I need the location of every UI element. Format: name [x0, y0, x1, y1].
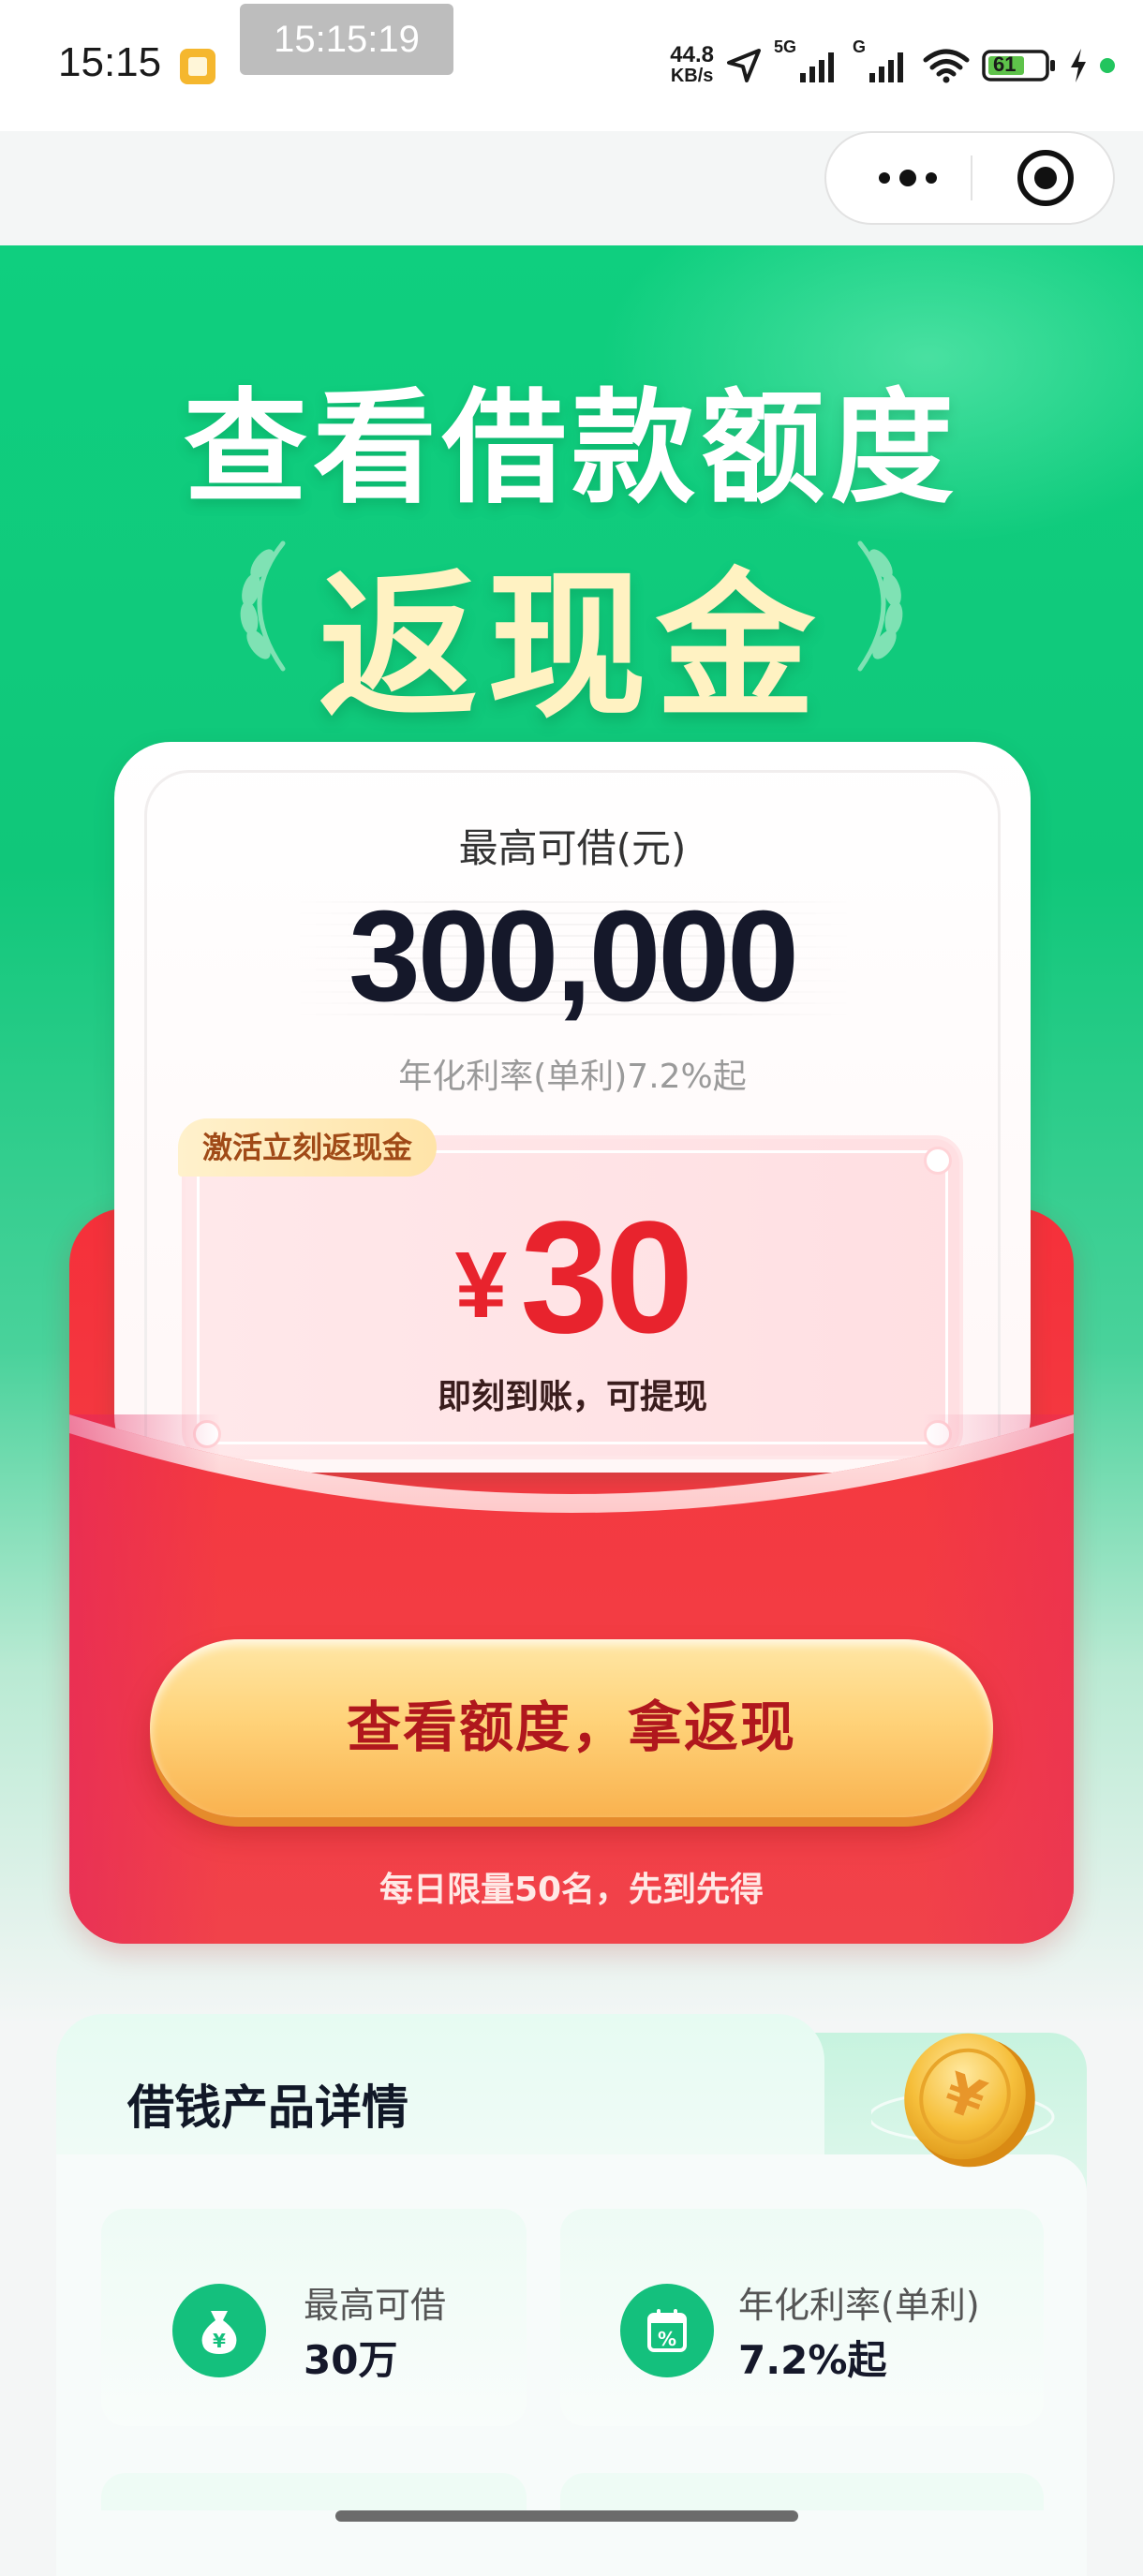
detail-card-next-peek [101, 2473, 527, 2510]
detail-label-interest-rate: 年化利率(单利) [738, 2285, 980, 2326]
gallery-icon [180, 49, 215, 84]
battery-level: 61 [993, 52, 1017, 76]
cashback-coupon[interactable]: 激活立刻返现金 ¥30 即刻到账，可提现 [178, 1118, 963, 1459]
svg-text:¥: ¥ [213, 2330, 226, 2352]
navigation-arrow-icon [725, 47, 763, 84]
money-bag-icon: ¥ [172, 2284, 266, 2377]
svg-text:%: % [658, 2328, 676, 2350]
wifi-icon [922, 47, 971, 84]
max-loan-amount: 300,000 [349, 884, 799, 1029]
hero-title: 查看借款额度 [184, 377, 959, 521]
laurel-right-icon [857, 540, 903, 672]
signal-icon [798, 47, 841, 84]
status-indicators: 44.8 KB/s 5G G 61 [670, 37, 1115, 94]
close-miniprogram-icon[interactable] [1017, 150, 1074, 206]
max-loan-label: 最高可借(元) [458, 825, 687, 871]
daily-limit-note: 每日限量50名，先到先得 [379, 1871, 764, 1909]
battery-icon: 61 [982, 47, 1057, 84]
signal-1-label: 5G [773, 37, 796, 56]
charging-icon [1068, 47, 1089, 84]
gold-coin-icon: ¥ [871, 2033, 1055, 2168]
cta-button-label: 查看额度，拿返现 [346, 1697, 796, 1758]
detail-card-next-peek [560, 2473, 1044, 2510]
coupon-amount: 30 [520, 1189, 693, 1367]
view-quota-cashback-button[interactable]: 查看额度，拿返现 [150, 1639, 993, 1817]
status-bar: 15:15 ··· 15:15:19 44.8 KB/s 5G G [0, 0, 1143, 131]
detail-label-max-loan: 最高可借 [304, 2285, 447, 2326]
detail-value-max-loan: 30万 [304, 2337, 398, 2383]
network-speed: 44.8 KB/s [670, 42, 714, 87]
percent-calendar-icon: % [620, 2284, 714, 2377]
home-indicator[interactable] [335, 2510, 798, 2522]
status-time: 15:15 [58, 39, 162, 85]
detail-card-interest-rate: % 年化利率(单利) 7.2%起 [560, 2209, 1044, 2426]
loan-product-details: 借钱产品详情 ¥ ¥ 最高可借 30万 % 年化利率(单利) 7.2%起 [56, 2014, 1087, 2576]
detail-value-interest-rate: 7.2%起 [738, 2337, 887, 2383]
interest-rate-text: 年化利率(单利)7.2%起 [398, 1058, 747, 1096]
coupon-note: 即刻到账，可提现 [437, 1378, 707, 1416]
loan-amount-card: 最高可借(元) 300,000 年化利率(单利)7.2%起 激活立刻返现金 ¥3… [114, 742, 1031, 1473]
network-speed-unit: KB/s [670, 66, 714, 86]
network-speed-value: 44.8 [670, 42, 714, 67]
details-title: 借钱产品详情 [127, 2080, 408, 2135]
activate-cashback-tag: 激活立刻返现金 [178, 1118, 438, 1177]
screenshot-time-pill: 15:15:19 [240, 4, 453, 75]
coupon-currency: ¥ [454, 1233, 508, 1338]
detail-card-max-loan: ¥ 最高可借 30万 [101, 2209, 527, 2426]
privacy-indicator-dot [1100, 58, 1115, 73]
coupon-value: ¥30 [186, 1186, 959, 1369]
signal-icon-secondary [868, 47, 911, 84]
miniprogram-capsule [824, 131, 1115, 225]
hero-subtitle: 返现金 [318, 555, 824, 740]
capsule-divider [971, 155, 972, 200]
coupon-corner-dot [924, 1147, 952, 1175]
more-options-icon[interactable] [866, 133, 950, 223]
signal-2-label: G [852, 37, 866, 56]
